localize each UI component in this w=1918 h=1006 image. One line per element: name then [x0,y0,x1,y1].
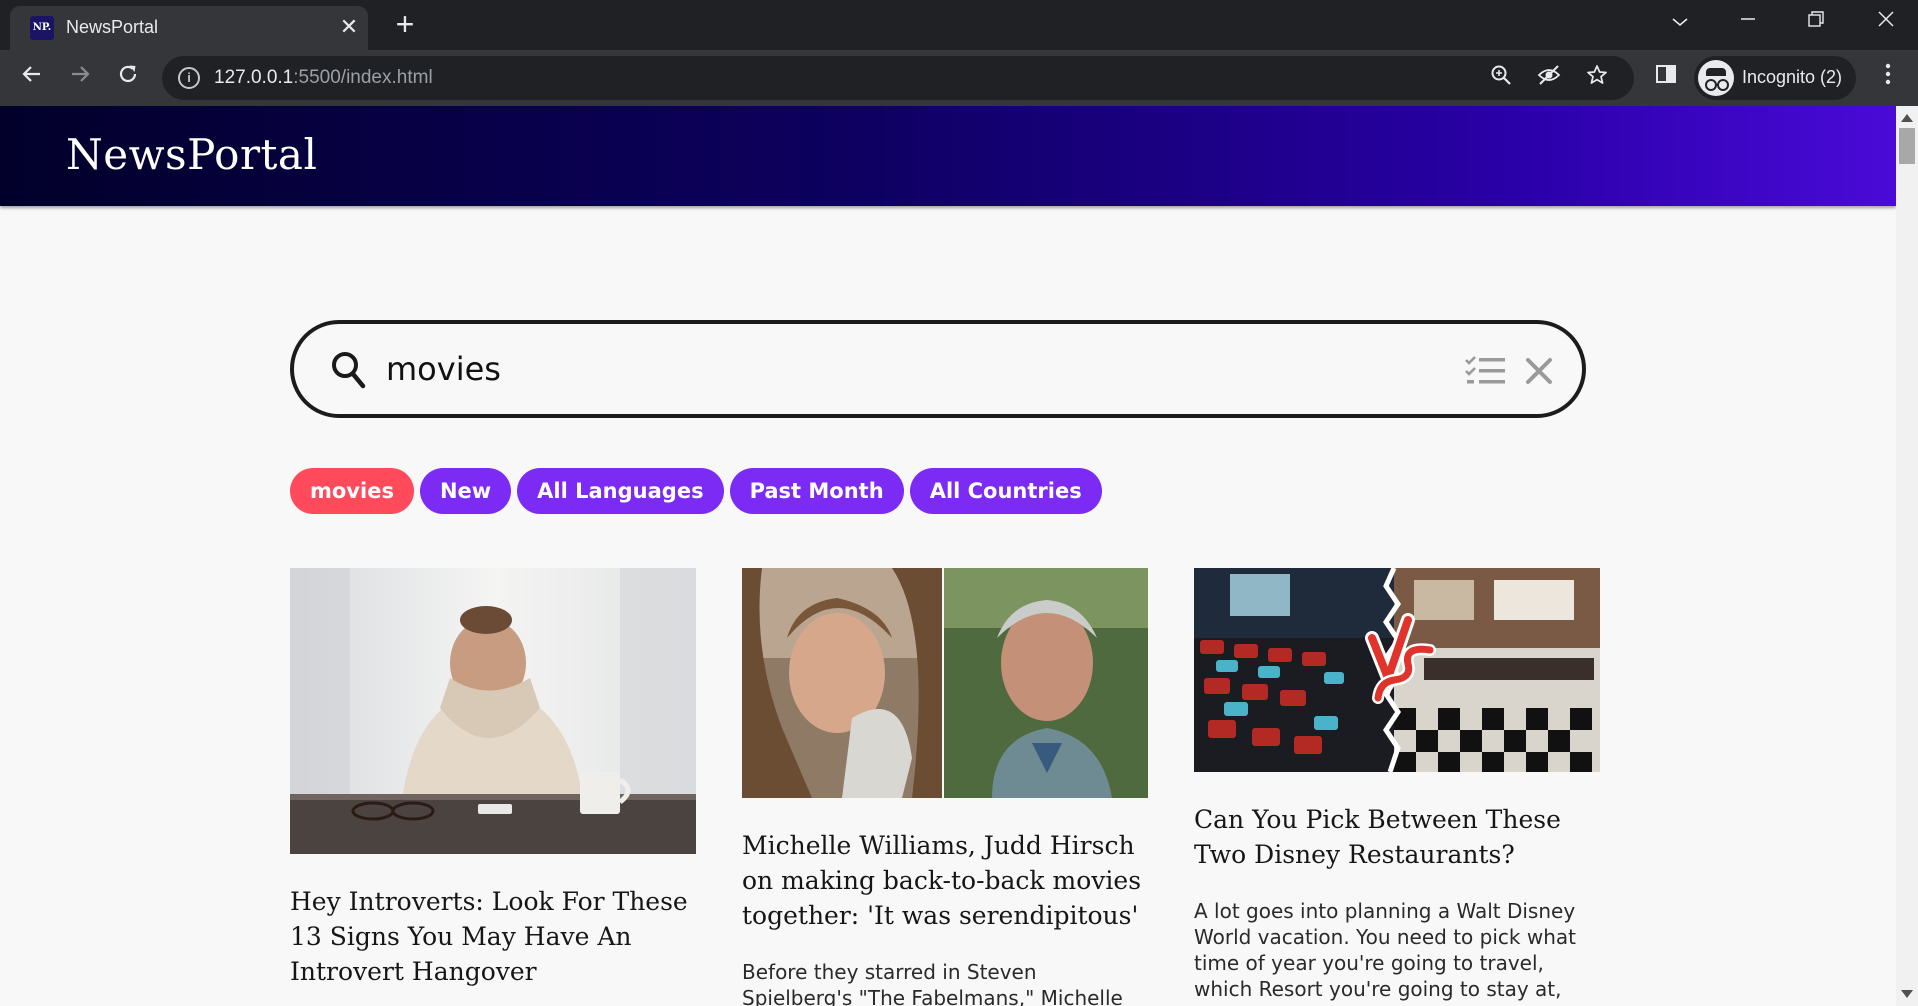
bookmark-star-icon[interactable] [1582,64,1612,94]
article-description: A lot goes into planning a Walt Disney W… [1194,899,1576,1006]
url-path: :5500/index.html [293,67,433,88]
article-title[interactable]: Hey Introverts: Look For These 13 Signs … [290,884,696,989]
article-card[interactable]: Can You Pick Between These Two Disney Re… [1194,568,1600,1006]
browser-menu-icon[interactable] [1872,62,1904,94]
article-image[interactable] [290,568,696,854]
chip-sort-new[interactable]: New [419,468,512,514]
site-info-icon[interactable]: i [178,67,200,89]
scroll-down-arrow-icon[interactable] [1901,990,1913,998]
search-icon [332,352,366,389]
chip-date-range[interactable]: Past Month [729,468,904,514]
page-viewport: NewsPortal moviesNewAll LanguagesPast Mo… [0,106,1896,1006]
article-image[interactable] [742,568,1148,798]
site-header: NewsPortal [0,106,1896,206]
article-card[interactable]: Michelle Williams, Judd Hirsch on making… [742,568,1148,1006]
forward-arrow-icon[interactable] [64,62,96,94]
search-input[interactable] [386,346,1186,392]
chip-query[interactable]: movies [290,468,414,514]
article-image[interactable] [1194,568,1600,772]
address-url[interactable]: 127.0.0.1:5500/index.html [214,67,433,89]
new-tab-icon[interactable]: + [390,8,420,40]
zoom-icon[interactable] [1486,64,1516,94]
restore-icon[interactable] [1796,6,1836,38]
reload-icon[interactable] [112,62,144,94]
site-favicon-icon: NP. [30,16,54,40]
url-host: 127.0.0.1 [214,67,294,88]
article-title[interactable]: Michelle Williams, Judd Hirsch on making… [742,828,1148,933]
side-panel-icon[interactable] [1650,62,1682,94]
clear-search-icon[interactable] [1524,356,1554,386]
site-logo[interactable]: NewsPortal [66,130,317,179]
filter-chips: movies New All Languages Past Month All Coun… [290,468,1108,514]
scroll-thumb[interactable] [1899,128,1915,164]
incognito-avatar-icon [1698,60,1734,96]
browser-toolbar: i 127.0.0.1:5500/index.html Incognito (2… [0,50,1918,106]
incognito-profile-button[interactable]: Incognito (2) [1694,56,1856,100]
window-close-icon[interactable] [1866,6,1906,38]
browser-tab[interactable]: NP. NewsPortal ✕ [10,6,368,50]
back-arrow-icon[interactable] [16,62,48,94]
tab-title: NewsPortal [66,17,159,37]
scroll-up-arrow-icon[interactable] [1901,114,1913,122]
address-bar[interactable]: i 127.0.0.1:5500/index.html [162,56,1634,100]
tab-search-chevron-icon[interactable] [1660,6,1700,38]
article-card[interactable]: Hey Introverts: Look For These 13 Signs … [290,568,696,1006]
minimize-icon[interactable] [1728,6,1768,38]
tracking-blocked-eye-icon[interactable] [1534,64,1564,94]
search-bar[interactable] [290,320,1586,418]
article-description: Before they starred in Steven Spielberg'… [742,960,1123,1006]
browser-tab-strip: NP. NewsPortal ✕ + [0,0,1918,50]
article-title[interactable]: Can You Pick Between These Two Disney Re… [1194,802,1600,872]
filter-list-icon[interactable] [1464,354,1508,390]
page-scrollbar[interactable] [1896,106,1918,1006]
chip-country[interactable]: All Countries [909,468,1102,514]
chip-language[interactable]: All Languages [517,468,724,514]
incognito-label: Incognito (2) [1742,67,1843,87]
tab-close-icon[interactable]: ✕ [336,14,362,40]
